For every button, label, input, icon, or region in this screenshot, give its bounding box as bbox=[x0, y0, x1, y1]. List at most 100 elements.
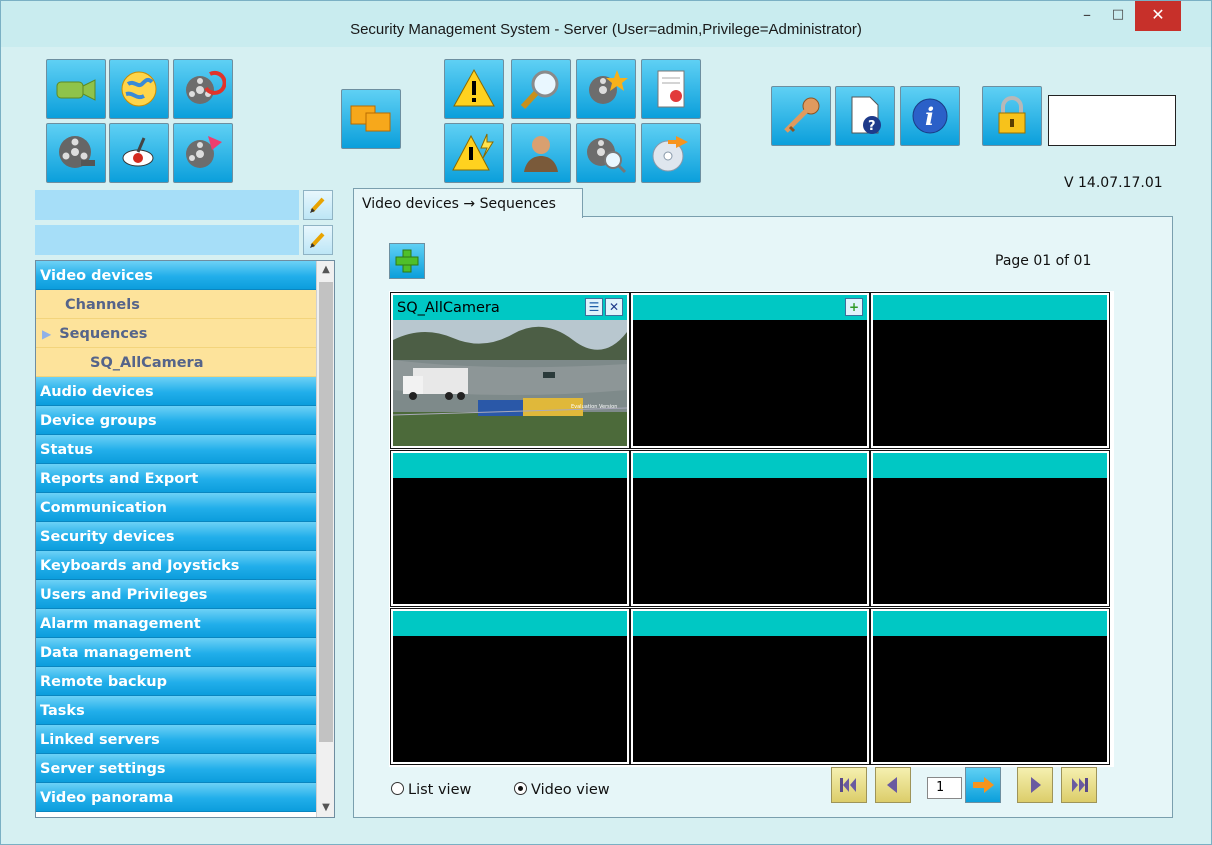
nav-item-users-privileges[interactable]: Users and Privileges bbox=[36, 580, 316, 609]
user-button[interactable] bbox=[511, 123, 571, 183]
nav-item-remote-backup[interactable]: Remote backup bbox=[36, 667, 316, 696]
nav-item-status[interactable]: Status bbox=[36, 435, 316, 464]
nav-item-device-groups[interactable]: Device groups bbox=[36, 406, 316, 435]
cell-header bbox=[633, 611, 867, 636]
scrollbar-thumb[interactable] bbox=[319, 282, 333, 742]
sequence-cell-empty[interactable] bbox=[390, 608, 630, 765]
scroll-up-icon[interactable]: ▲ bbox=[317, 261, 334, 279]
lock-icon bbox=[998, 96, 1026, 134]
globe-button[interactable] bbox=[109, 59, 169, 119]
sequence-cell-empty[interactable]: + bbox=[630, 292, 870, 449]
nav-item-linked-servers[interactable]: Linked servers bbox=[36, 725, 316, 754]
page-number-input[interactable]: 1 bbox=[927, 777, 962, 799]
maximize-button[interactable]: □ bbox=[1103, 1, 1133, 31]
expanded-arrow-icon: ▶ bbox=[42, 327, 52, 341]
film-refresh-button[interactable] bbox=[173, 59, 233, 119]
svg-text:?: ? bbox=[868, 119, 876, 134]
film-export-icon bbox=[186, 136, 222, 168]
nav-item-server-settings[interactable]: Server settings bbox=[36, 754, 316, 783]
cell-header bbox=[873, 295, 1107, 320]
list-view-label: List view bbox=[408, 782, 472, 798]
minimize-button[interactable]: – bbox=[1072, 1, 1102, 31]
list-view-radio[interactable]: List view bbox=[391, 782, 471, 798]
film-star-button[interactable] bbox=[576, 59, 636, 119]
filter-field-1[interactable] bbox=[35, 190, 299, 220]
list-settings-icon[interactable]: ☰ bbox=[585, 298, 603, 316]
nav-item-data-management[interactable]: Data management bbox=[36, 638, 316, 667]
version-label: V 14.07.17.01 bbox=[1064, 175, 1163, 191]
edit-field-1-button[interactable] bbox=[303, 190, 333, 220]
nav-item-tasks[interactable]: Tasks bbox=[36, 696, 316, 725]
key-button[interactable] bbox=[771, 86, 831, 146]
tab-video-devices-sequences[interactable]: Video devices → Sequences bbox=[353, 188, 583, 218]
sequence-cell-empty[interactable] bbox=[870, 608, 1110, 765]
user-icon bbox=[524, 136, 558, 172]
add-camera-icon[interactable]: + bbox=[845, 298, 863, 316]
nav-scrollbar[interactable]: ▲ ▼ bbox=[316, 261, 334, 817]
nav-item-audio-devices[interactable]: Audio devices bbox=[36, 377, 316, 406]
nav-item-alarm-management[interactable]: Alarm management bbox=[36, 609, 316, 638]
nav-item-label: Sequences bbox=[59, 326, 148, 342]
camera-preview-image: Evaluation Version bbox=[393, 320, 627, 446]
last-page-button[interactable] bbox=[1061, 767, 1097, 803]
sequence-cell-empty[interactable] bbox=[390, 450, 630, 607]
search-button[interactable] bbox=[511, 59, 571, 119]
pencil-icon bbox=[310, 197, 325, 213]
close-button[interactable]: ✕ bbox=[1135, 1, 1181, 31]
windows-button[interactable] bbox=[341, 89, 401, 149]
help-document-button[interactable]: ? bbox=[835, 86, 895, 146]
navigation-tree: Video devices Channels ▶ Sequences SQ_All… bbox=[35, 260, 335, 818]
sequence-cell-empty[interactable] bbox=[630, 450, 870, 607]
nav-item-video-panorama[interactable]: Video panorama bbox=[36, 783, 316, 812]
previous-page-button[interactable] bbox=[875, 767, 911, 803]
disc-export-icon bbox=[652, 136, 688, 172]
warning-flash-icon bbox=[452, 133, 494, 171]
close-icon[interactable]: ✕ bbox=[605, 298, 623, 316]
film-search-icon bbox=[587, 138, 627, 174]
nav-item-reports-export[interactable]: Reports and Export bbox=[36, 464, 316, 493]
film-search-button[interactable] bbox=[576, 123, 636, 183]
lock-input[interactable] bbox=[1048, 95, 1176, 146]
film-refresh-icon bbox=[186, 70, 226, 104]
lock-button[interactable] bbox=[982, 86, 1042, 146]
nav-item-label: Channels bbox=[65, 297, 140, 313]
sequence-grid: SQ_AllCamera ☰ ✕ Evaluation Version + bbox=[389, 291, 1114, 767]
film-reel-icon bbox=[59, 136, 95, 168]
first-page-button[interactable] bbox=[831, 767, 867, 803]
nav-item-keyboards-joysticks[interactable]: Keyboards and Joysticks bbox=[36, 551, 316, 580]
sequence-cell[interactable]: SQ_AllCamera ☰ ✕ Evaluation Version bbox=[390, 292, 630, 449]
disc-export-button[interactable] bbox=[641, 123, 701, 183]
info-button[interactable]: i bbox=[900, 86, 960, 146]
first-page-icon bbox=[840, 778, 856, 792]
warning-button[interactable] bbox=[444, 59, 504, 119]
eye-button[interactable] bbox=[109, 123, 169, 183]
previous-page-icon bbox=[887, 777, 897, 793]
nav-item-video-devices[interactable]: Video devices bbox=[36, 261, 316, 290]
go-page-button[interactable] bbox=[965, 767, 1001, 803]
video-camera-button[interactable] bbox=[46, 59, 106, 119]
pencil-icon bbox=[310, 232, 325, 248]
report-button[interactable] bbox=[641, 59, 701, 119]
warning-flash-button[interactable] bbox=[444, 123, 504, 183]
film-star-icon bbox=[589, 70, 628, 104]
nav-item-sequences[interactable]: ▶ Sequences bbox=[36, 319, 316, 348]
filter-field-2[interactable] bbox=[35, 225, 299, 255]
edit-field-2-button[interactable] bbox=[303, 225, 333, 255]
nav-item-security-devices[interactable]: Security devices bbox=[36, 522, 316, 551]
nav-item-communication[interactable]: Communication bbox=[36, 493, 316, 522]
sequence-cell-empty[interactable] bbox=[870, 292, 1110, 449]
eye-icon bbox=[122, 137, 154, 167]
scroll-down-icon[interactable]: ▼ bbox=[317, 799, 334, 817]
title-bar[interactable]: Security Management System - Server (Use… bbox=[1, 1, 1211, 47]
next-page-button[interactable] bbox=[1017, 767, 1053, 803]
film-reel-button[interactable] bbox=[46, 123, 106, 183]
nav-item-channels[interactable]: Channels bbox=[36, 290, 316, 319]
film-export-button[interactable] bbox=[173, 123, 233, 183]
nav-item-sq-allcamera[interactable]: SQ_AllCamera bbox=[36, 348, 316, 377]
sequence-cell-empty[interactable] bbox=[870, 450, 1110, 607]
add-sequence-button[interactable] bbox=[389, 243, 425, 279]
cell-header bbox=[873, 453, 1107, 478]
next-page-icon bbox=[1031, 777, 1041, 793]
video-view-radio[interactable]: Video view bbox=[514, 782, 610, 798]
sequence-cell-empty[interactable] bbox=[630, 608, 870, 765]
